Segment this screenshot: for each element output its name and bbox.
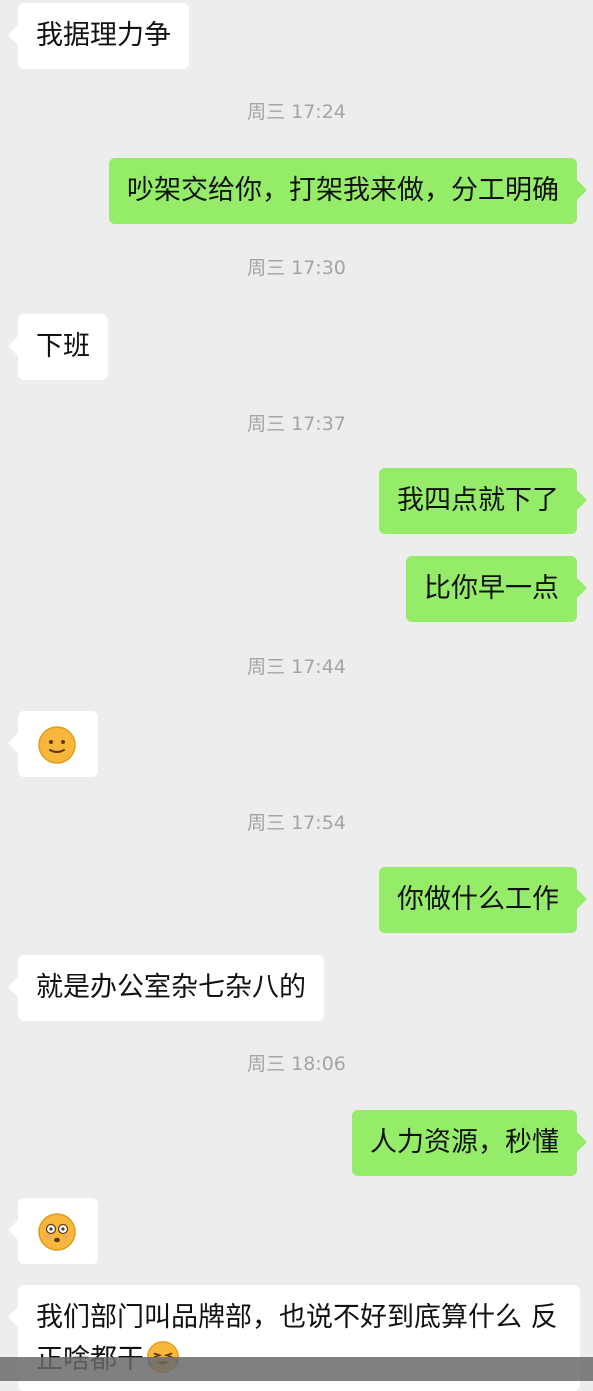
message-bubble-sent[interactable]: 你做什么工作 (379, 867, 587, 933)
message-bubble-sent[interactable]: 吵架交给你，打架我来做，分工明确 (109, 158, 587, 224)
bottom-overlay-bar (0, 1357, 593, 1381)
timestamp: 周三 17:37 (247, 413, 346, 435)
message-text: 就是办公室杂七杂八的 (36, 972, 306, 1003)
message-text: 吵架交给你，打架我来做，分工明确 (127, 175, 559, 206)
timestamp: 周三 18:06 (247, 1053, 346, 1075)
message-text: 比你早一点 (424, 573, 559, 604)
message-bubble-received[interactable]: 下班 (8, 314, 108, 380)
message-bubble-received[interactable]: 我据理力争 (8, 3, 189, 69)
message-bubble-received-emoji[interactable] (8, 1198, 98, 1264)
message-text: 下班 (36, 331, 90, 362)
message-bubble-sent[interactable]: 比你早一点 (406, 556, 587, 622)
message-bubble-sent[interactable]: 我四点就下了 (379, 468, 587, 534)
chat-message-list[interactable]: 我据理力争 周三 17:24 吵架交给你，打架我来做，分工明确 周三 17:30… (0, 0, 593, 1391)
message-bubble-received-emoji[interactable] (8, 711, 98, 777)
message-bubble-received[interactable]: 就是办公室杂七杂八的 (8, 955, 324, 1021)
timestamp: 周三 17:44 (247, 656, 346, 678)
smile-face-icon (38, 726, 76, 764)
message-bubble-sent[interactable]: 人力资源，秒懂 (352, 1110, 587, 1176)
message-text: 人力资源，秒懂 (370, 1127, 559, 1158)
message-text: 我据理力争 (36, 20, 171, 51)
timestamp: 周三 17:30 (247, 257, 346, 279)
message-text: 我四点就下了 (397, 485, 559, 516)
message-text: 你做什么工作 (397, 884, 559, 915)
surprised-face-icon (38, 1213, 76, 1251)
timestamp: 周三 17:24 (247, 101, 346, 123)
timestamp: 周三 17:54 (247, 812, 346, 834)
